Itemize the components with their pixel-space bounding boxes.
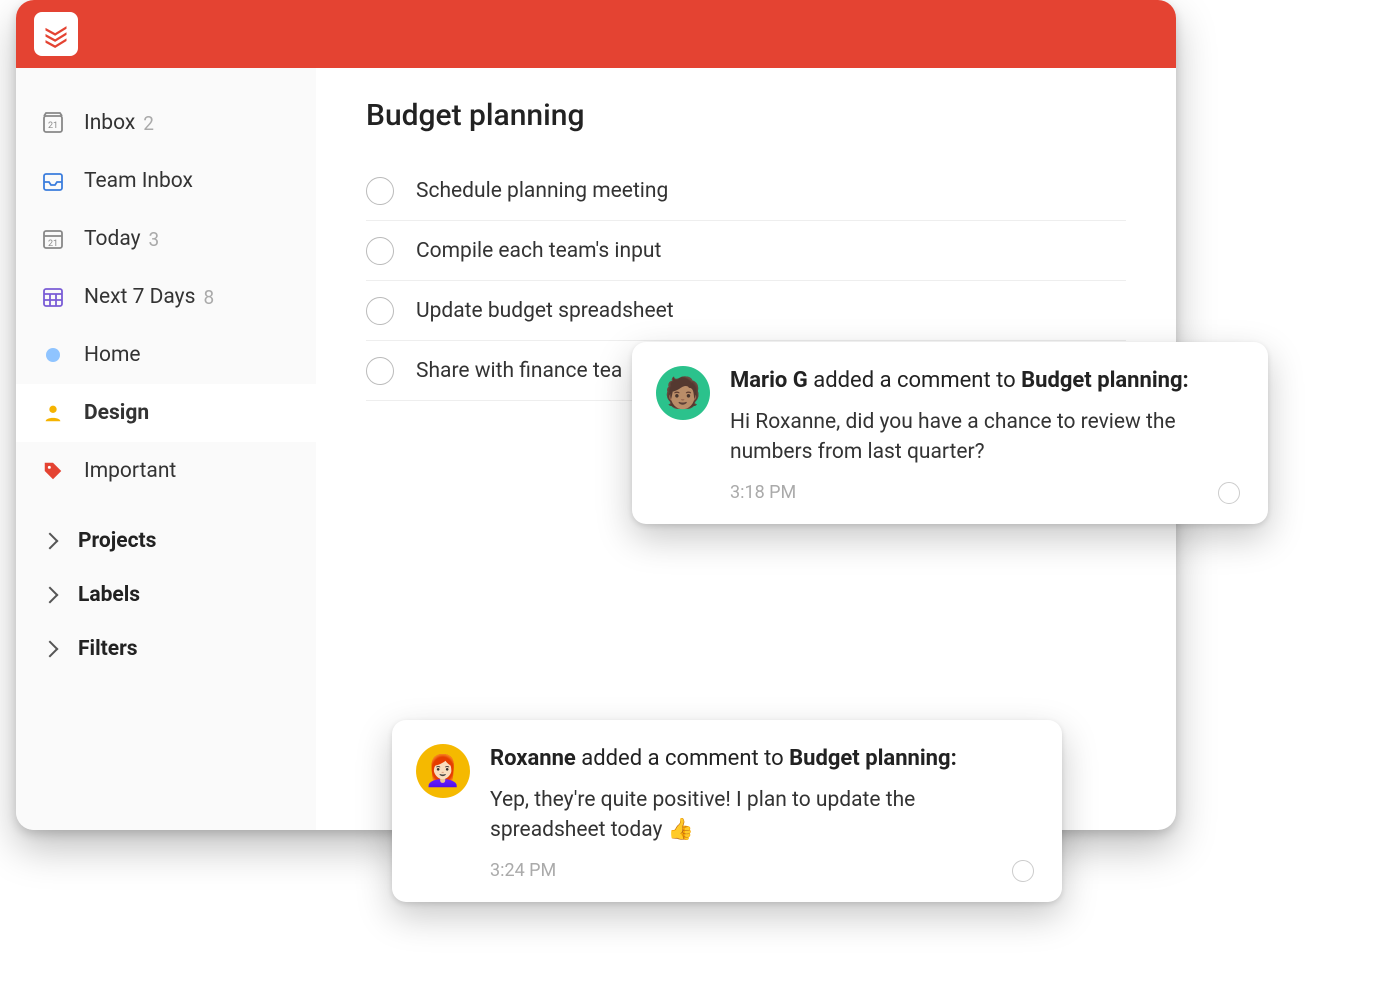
sidebar-item-today[interactable]: 21 Today 3	[16, 210, 316, 268]
notification-author: Roxanne	[490, 746, 576, 771]
task-checkbox[interactable]	[366, 357, 394, 385]
today-icon: 21	[40, 226, 66, 252]
sidebar-item-inbox[interactable]: 21 Inbox 2	[16, 94, 316, 152]
task-row[interactable]: Compile each team's input	[366, 221, 1126, 281]
sidebar-item-label: Team Inbox	[84, 169, 193, 193]
sidebar-section-filters[interactable]: Filters	[16, 622, 316, 676]
task-label: Schedule planning meeting	[416, 179, 668, 203]
sidebar-item-count: 2	[143, 112, 154, 135]
app-logo[interactable]	[34, 12, 78, 56]
sidebar-item-important[interactable]: Important	[16, 442, 316, 500]
notification-body: Mario G added a comment to Budget planni…	[730, 366, 1240, 504]
mark-read-radio[interactable]	[1012, 860, 1034, 882]
sidebar-item-label: Inbox	[84, 111, 135, 135]
sidebar-item-count: 3	[149, 228, 160, 251]
notification-title: Roxanne added a comment to Budget planni…	[490, 744, 1034, 775]
tag-icon	[40, 458, 66, 484]
notification-target: Budget planning:	[1021, 368, 1189, 393]
sidebar-section-projects[interactable]: Projects	[16, 514, 316, 568]
task-label: Compile each team's input	[416, 239, 661, 263]
sidebar-item-label: Important	[84, 459, 176, 483]
notification-author: Mario G	[730, 368, 808, 393]
sidebar-item-label: Design	[84, 401, 149, 425]
person-icon	[40, 400, 66, 426]
mark-read-radio[interactable]	[1218, 482, 1240, 504]
notification-title: Mario G added a comment to Budget planni…	[730, 366, 1240, 397]
notification-card[interactable]: 🧑🏽 Mario G added a comment to Budget pla…	[632, 342, 1268, 524]
sidebar: 21 Inbox 2 Team Inbox 21 Today 3	[16, 68, 316, 830]
notification-action: added a comment to	[576, 746, 789, 771]
sidebar-item-home[interactable]: Home	[16, 326, 316, 384]
sidebar-item-next7days[interactable]: Next 7 Days 8	[16, 268, 316, 326]
svg-text:21: 21	[48, 121, 58, 131]
sidebar-section-label: Labels	[78, 583, 140, 607]
sidebar-item-label: Today	[84, 227, 141, 251]
calendar-week-icon	[40, 284, 66, 310]
notification-message: Yep, they're quite positive! I plan to u…	[490, 785, 1034, 846]
inbox-icon: 21	[40, 110, 66, 136]
team-inbox-icon	[40, 168, 66, 194]
notification-message: Hi Roxanne, did you have a chance to rev…	[730, 407, 1240, 468]
app-header	[16, 0, 1176, 68]
avatar: 👩🏻‍🦰	[416, 744, 470, 798]
task-checkbox[interactable]	[366, 177, 394, 205]
project-title: Budget planning	[366, 98, 1126, 133]
task-label: Update budget spreadsheet	[416, 299, 674, 323]
sidebar-item-team-inbox[interactable]: Team Inbox	[16, 152, 316, 210]
svg-text:21: 21	[48, 239, 58, 249]
task-label: Share with finance tea	[416, 359, 622, 383]
project-color-icon	[40, 342, 66, 368]
sidebar-section-label: Filters	[78, 637, 138, 661]
sidebar-section-label: Projects	[78, 529, 156, 553]
task-checkbox[interactable]	[366, 297, 394, 325]
sidebar-item-label: Next 7 Days	[84, 285, 195, 309]
sidebar-item-label: Home	[84, 343, 141, 367]
sidebar-item-count: 8	[203, 286, 214, 309]
notification-action: added a comment to	[808, 368, 1021, 393]
notification-body: Roxanne added a comment to Budget planni…	[490, 744, 1034, 882]
notification-time: 3:24 PM	[490, 860, 556, 881]
notification-target: Budget planning:	[789, 746, 957, 771]
sidebar-section-labels[interactable]: Labels	[16, 568, 316, 622]
chevron-right-icon	[42, 533, 59, 550]
notification-card[interactable]: 👩🏻‍🦰 Roxanne added a comment to Budget p…	[392, 720, 1062, 902]
chevron-right-icon	[42, 641, 59, 658]
todoist-logo-icon	[42, 20, 70, 48]
avatar: 🧑🏽	[656, 366, 710, 420]
sidebar-item-design[interactable]: Design	[16, 384, 316, 442]
task-checkbox[interactable]	[366, 237, 394, 265]
chevron-right-icon	[42, 587, 59, 604]
task-row[interactable]: Update budget spreadsheet	[366, 281, 1126, 341]
task-row[interactable]: Schedule planning meeting	[366, 161, 1126, 221]
notification-time: 3:18 PM	[730, 482, 796, 503]
